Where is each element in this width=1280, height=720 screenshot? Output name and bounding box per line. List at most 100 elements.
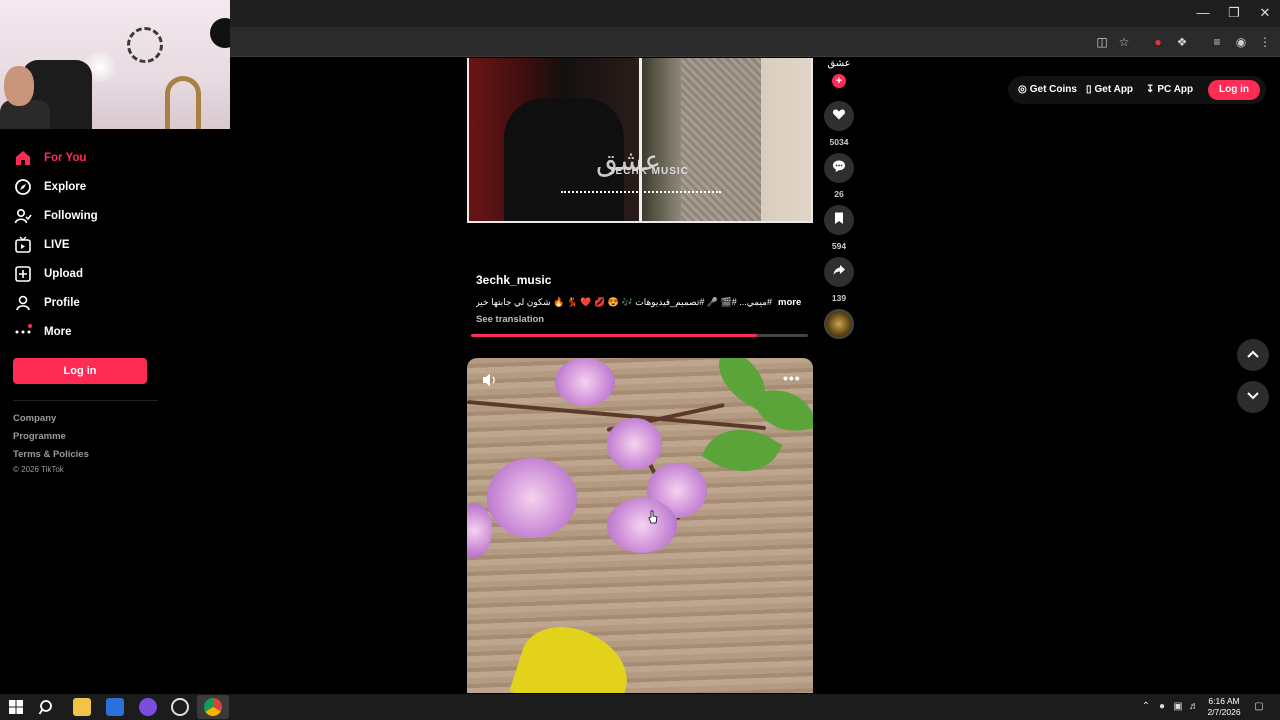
author-username[interactable]: 3echk_music (476, 273, 551, 287)
share-icon (832, 263, 846, 282)
next-video-button[interactable] (1237, 381, 1269, 413)
heart-icon (832, 107, 846, 126)
sidebar-item-label: Explore (44, 181, 87, 193)
footer-link-company[interactable]: Company (13, 413, 56, 424)
profile-avatar-icon[interactable]: ◉ (1232, 34, 1250, 50)
save-button[interactable] (824, 205, 854, 235)
video-progress-bar[interactable] (471, 334, 808, 337)
creator-avatar[interactable]: عشق (826, 58, 852, 74)
comment-button[interactable] (824, 153, 854, 183)
header-login-button[interactable]: Log in (1208, 80, 1260, 100)
comment-icon (832, 159, 846, 178)
microphone-icon[interactable]: ● (1156, 701, 1168, 713)
webcam-wall-mirror (127, 27, 163, 63)
network-icon[interactable]: ▣ (1172, 701, 1184, 713)
copyright-text: © 2026 TikTok (13, 465, 64, 474)
profile-icon (14, 294, 32, 312)
webcam-dark-object (210, 18, 230, 48)
extension-badge-icon[interactable]: ● (1149, 34, 1167, 50)
sidebar-item-following[interactable]: Following (14, 205, 98, 227)
bookmark-star-icon[interactable]: ☆ (1115, 34, 1133, 50)
chrome-icon[interactable] (204, 698, 222, 716)
webcam-person-head (4, 66, 34, 106)
yellow-sponge (509, 614, 639, 693)
footer-link-terms[interactable]: Terms & Policies (13, 449, 89, 460)
blossom (607, 498, 677, 553)
sidebar-item-profile[interactable]: Profile (14, 292, 80, 314)
footer-link-programme[interactable]: Programme (13, 431, 66, 442)
follow-plus-button[interactable]: + (832, 74, 846, 88)
webcam-frame (165, 76, 201, 129)
close-window-button[interactable]: ✕ (1250, 4, 1280, 22)
mouse-cursor-icon (648, 510, 658, 524)
coin-icon: ◎ (1018, 84, 1027, 95)
chevron-down-icon (1246, 388, 1260, 406)
get-app-button[interactable]: ▯ Get App (1086, 84, 1133, 95)
install-app-icon[interactable]: ◫ (1093, 34, 1111, 50)
volume-mute-icon[interactable] (481, 372, 499, 388)
sidebar-item-label: More (44, 326, 72, 338)
blossom (487, 458, 577, 538)
following-icon (14, 207, 32, 225)
blossom (607, 418, 662, 470)
blossom (467, 503, 492, 558)
video-player-2[interactable]: ••• (467, 358, 813, 693)
video1-split-divider (639, 58, 642, 221)
windows-taskbar (0, 694, 1280, 720)
get-app-label: Get App (1094, 84, 1134, 95)
search-icon[interactable] (38, 698, 56, 716)
previous-video-button[interactable] (1237, 339, 1269, 371)
sidebar-item-live[interactable]: LIVE (14, 234, 70, 256)
download-icon: ↧ (1146, 84, 1155, 95)
store-icon[interactable] (106, 698, 124, 716)
video-caption: #ميمي... #🎬 🎤 #تصميم_فيديوهات 🎶 😍 💋 ❤️ 💃… (476, 297, 772, 307)
sidebar-item-for-you[interactable]: For You (14, 147, 86, 169)
video-options-icon[interactable]: ••• (783, 370, 801, 386)
minimize-button[interactable]: — (1188, 4, 1218, 22)
webcam-overlay (0, 0, 230, 129)
like-button[interactable] (824, 101, 854, 131)
get-coins-label: Get Coins (1029, 84, 1077, 95)
taskbar-clock[interactable]: 6:16 AM 2/7/2026 (1202, 696, 1246, 718)
speedtest-icon[interactable] (171, 698, 189, 716)
show-hidden-icons-icon[interactable]: ⌃ (1140, 701, 1152, 713)
get-coins-button[interactable]: ◎ Get Coins (1018, 84, 1077, 95)
sidebar-item-explore[interactable]: Explore (14, 176, 86, 198)
file-explorer-icon[interactable] (73, 698, 91, 716)
chevron-up-icon (1246, 346, 1260, 364)
video1-right-panel (641, 58, 811, 221)
caption-more-link[interactable]: more (778, 297, 801, 308)
video-progress-fill (471, 334, 758, 337)
messenger-icon[interactable] (139, 698, 157, 716)
notifications-icon[interactable]: ▢ (1252, 701, 1266, 713)
bookmark-icon (832, 211, 846, 230)
media-control-icon[interactable]: ≡ (1208, 34, 1226, 50)
video1-knit-pants (681, 58, 761, 221)
video-player-1[interactable]: عشق 3ECHK MUSIC (467, 58, 813, 223)
sidebar-item-label: Following (44, 210, 98, 222)
sidebar-divider (13, 400, 158, 401)
live-icon (14, 236, 32, 254)
clock-date: 2/7/2026 (1207, 707, 1241, 717)
screen: — ❐ ✕ ◫ ☆ ● ❖ ≡ ◉ ⋮ For You Explore Foll… (0, 0, 1280, 720)
sidebar-item-upload[interactable]: Upload (14, 263, 83, 285)
browser-menu-icon[interactable]: ⋮ (1256, 34, 1274, 50)
video1-overlay-subtitle: 3ECHK MUSIC (609, 166, 689, 177)
share-button[interactable] (824, 257, 854, 287)
comment-count: 26 (834, 189, 844, 199)
more-icon (14, 323, 32, 341)
sidebar-item-more[interactable]: More (14, 321, 71, 343)
pc-app-button[interactable]: ↧ PC App (1146, 84, 1193, 95)
restore-button[interactable]: ❐ (1219, 4, 1249, 22)
clock-time: 6:16 AM (1208, 696, 1240, 706)
share-count: 139 (831, 293, 847, 303)
see-translation-link[interactable]: See translation (476, 314, 544, 325)
video1-audio-wave (561, 191, 721, 195)
upload-icon (14, 265, 32, 283)
extensions-puzzle-icon[interactable]: ❖ (1173, 34, 1191, 50)
music-disc-icon[interactable] (824, 309, 854, 339)
sidebar-login-button[interactable]: Log in (13, 358, 147, 384)
start-windows-icon[interactable] (7, 698, 25, 716)
volume-icon[interactable]: ♬ (1188, 701, 1200, 713)
sidebar-item-label: Profile (44, 297, 80, 309)
